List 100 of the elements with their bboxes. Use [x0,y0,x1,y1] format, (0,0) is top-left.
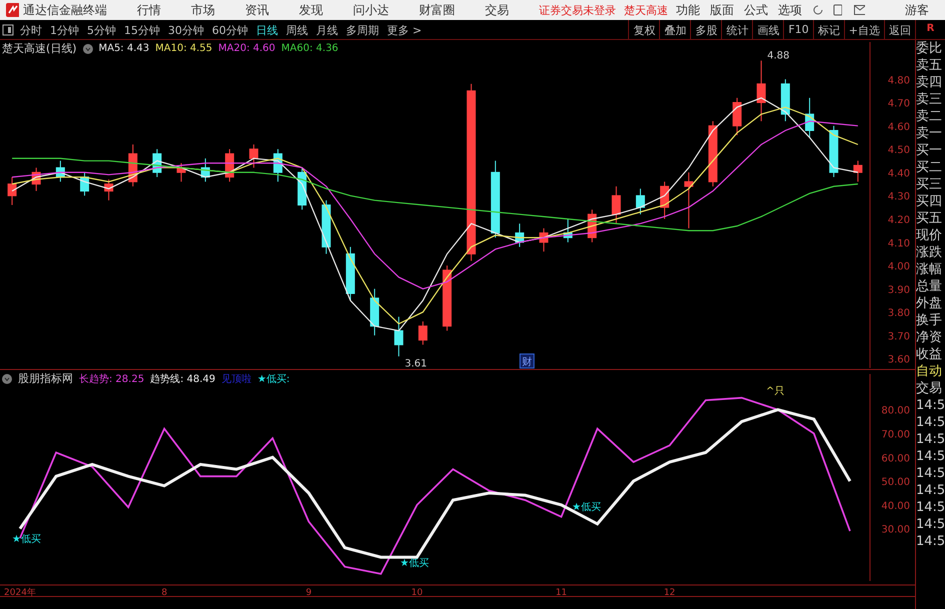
quote-label: 买三 [916,176,943,193]
date-label: 11 [556,588,568,597]
quote-label: 外盘 [916,295,943,312]
toolbar-button[interactable]: 画线 [752,20,784,39]
price-tick: 4.50 [888,145,910,156]
candle [853,160,862,182]
quote-label: 现价 [916,227,943,244]
quote-label: 换手 [916,312,943,329]
candle [684,172,694,229]
candle [780,78,790,122]
notice-text[interactable]: 证券交易未登录 [538,2,616,18]
time-label: 14:5 [916,397,945,414]
quote-label: 卖二 [916,108,943,125]
candle [8,176,17,206]
candle [273,148,282,182]
price-tick: 4.30 [888,192,910,203]
price-tick: 4.10 [888,238,910,250]
candle [32,167,41,192]
trade-label: 交易 [916,380,943,397]
candle [80,172,90,196]
menu-item[interactable]: 财富圈 [418,2,455,18]
indicator-tick: 70.00 [881,429,910,440]
refresh-icon[interactable] [812,4,823,16]
chevron-icon[interactable] [82,44,93,54]
candle [636,188,645,215]
signal-label: ★低买 [12,534,41,545]
date-label: 9 [306,588,312,597]
period-tab[interactable]: 更多 > [383,20,426,39]
candle [805,97,814,138]
period-tab[interactable]: 5分钟 [83,20,120,39]
stock-title: 楚天高速(日线) [2,41,77,56]
candle [539,228,548,252]
period-tab[interactable]: 分时 [16,20,46,39]
price-tick: 3.70 [888,331,910,342]
notice-text[interactable]: 楚天高速 [624,2,668,18]
toolbar-button[interactable]: F10 [783,20,813,39]
chevron-icon[interactable] [2,374,12,384]
quote-label: 总量 [916,278,943,295]
date-label: 12 [664,588,676,597]
indicator-tick: 80.00 [881,406,910,417]
user-label[interactable]: 游客 [905,2,929,18]
candle [829,125,838,178]
quote-label: 买一 [916,142,943,159]
period-tab[interactable]: 月线 [312,20,342,39]
menu-item[interactable]: 行情 [136,2,161,18]
candle [563,218,572,243]
menu-item[interactable]: 选项 [778,2,802,18]
price-tick: 3.60 [888,354,910,366]
menu-item[interactable]: 发现 [298,2,323,18]
price-tick: 4.20 [888,214,910,226]
ma-legend: MA10: 4.55 [155,43,212,54]
period-tab[interactable]: 日线 [252,20,282,39]
menu-item[interactable]: 资讯 [244,2,269,18]
candle [346,246,355,301]
candle [298,167,307,210]
date-label: 10 [411,588,423,597]
quote-label: 买五 [916,210,943,227]
time-label: 14:5 [916,414,945,431]
menu-item[interactable]: 市场 [190,2,215,18]
toolbar-button[interactable]: 统计 [721,20,752,39]
menu-item[interactable]: 版面 [710,2,734,18]
period-tab[interactable]: 30分钟 [164,20,208,39]
indicator-tick: 40.00 [881,500,910,512]
price-annotation: 4.88 [767,50,790,62]
period-tab[interactable]: 15分钟 [120,20,164,39]
price-tick: 4.00 [888,262,910,273]
menu-item[interactable]: 交易 [484,2,509,18]
toolbar-button[interactable]: 叠加 [659,20,690,39]
signal-label: ★低买 [572,502,601,513]
period-tab[interactable]: 多周期 [342,20,383,39]
mode-label[interactable]: 自动 [916,363,945,380]
period-tab[interactable]: 周线 [282,20,312,39]
candle [515,223,524,248]
price-annotation: 3.61 [404,358,428,370]
mail-icon[interactable] [854,5,865,15]
quote-label: 净资 [916,329,943,346]
indicator-legend: 趋势线: 48.49 [150,372,216,386]
candle [225,148,234,182]
toolbar-button[interactable]: 多股 [690,20,722,39]
time-label: 14:5 [916,516,945,533]
ma-legend: MA20: 4.60 [218,43,276,54]
toolbar-button[interactable]: 返回 [884,20,915,39]
toolbar-button[interactable]: +自选 [844,20,884,39]
candle [612,186,621,224]
quote-label: 买二 [916,159,943,176]
candle [128,144,138,187]
price-tick: 3.90 [888,284,910,296]
menu-item[interactable]: 问小达 [352,2,389,18]
finance-marker[interactable]: 财 [520,354,534,368]
period-tab[interactable]: 1分钟 [46,20,83,39]
quote-label: 卖一 [916,125,943,142]
period-tab[interactable]: 60分钟 [208,20,252,39]
time-label: 14:5 [916,482,945,499]
toolbar-button[interactable]: 复权 [628,20,660,39]
date-label: 2024年 [4,588,36,597]
toolbar-button[interactable]: 标记 [812,20,844,39]
menu-item[interactable]: 功能 [676,2,700,18]
menu-item[interactable]: 公式 [744,2,768,18]
time-label: 14:5 [916,431,945,448]
app-logo-icon [6,3,19,17]
